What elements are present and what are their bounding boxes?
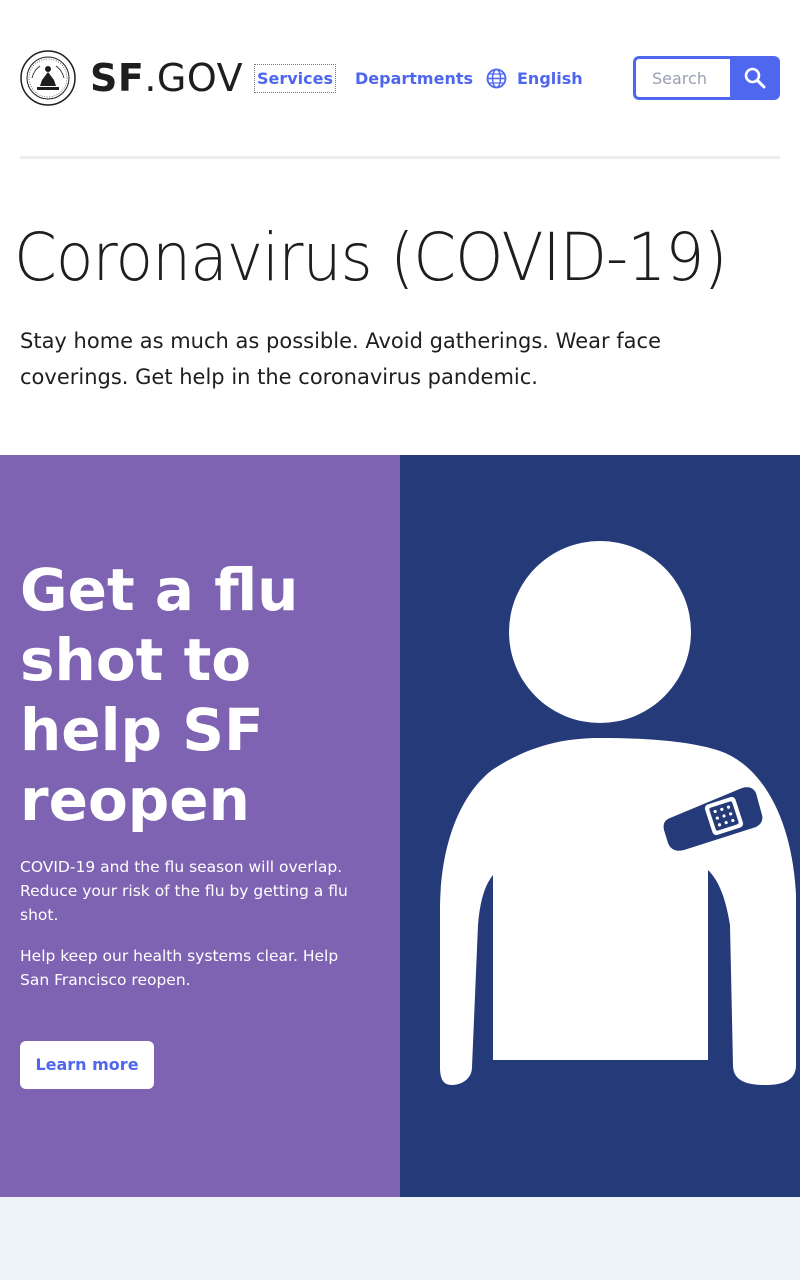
hero-illustration-panel (400, 455, 800, 1197)
language-selector[interactable]: English (486, 65, 583, 92)
logo-brand-bold: SF (90, 56, 145, 100)
city-seal-icon[interactable] (20, 50, 76, 106)
next-section-band (0, 1197, 800, 1280)
hero-text-panel: Get a flu shot to help SF reopen COVID-1… (0, 455, 400, 1197)
logo-brand-rest: .GOV (144, 56, 244, 100)
globe-icon (486, 68, 507, 89)
search-icon (744, 67, 766, 89)
nav-departments-link[interactable]: Departments (355, 65, 473, 92)
nav-services-link[interactable]: Services (254, 64, 336, 93)
search-input[interactable] (633, 56, 733, 100)
site-logo[interactable]: SF.GOV (90, 55, 243, 101)
page-title: Coronavirus (COVID-19) (14, 219, 727, 296)
site-header: SF.GOV Services Departments English (0, 0, 800, 158)
hero-paragraph-health-systems: Help keep our health systems clear. Help… (20, 947, 339, 989)
learn-more-button[interactable]: Learn more (20, 1041, 154, 1089)
hero-paragraph-overlap: COVID-19 and the flu season will overlap… (20, 858, 348, 924)
hero-heading: Get a flu shot to help SF reopen (20, 556, 299, 834)
page-lede: Stay home as much as possible. Avoid gat… (20, 329, 662, 389)
flu-shot-hero: Get a flu shot to help SF reopen COVID-1… (0, 455, 800, 1197)
language-label: English (517, 69, 583, 88)
person-with-bandage-icon (440, 541, 796, 1085)
header-divider (20, 156, 780, 159)
search-form (633, 56, 780, 100)
search-button[interactable] (730, 56, 780, 100)
